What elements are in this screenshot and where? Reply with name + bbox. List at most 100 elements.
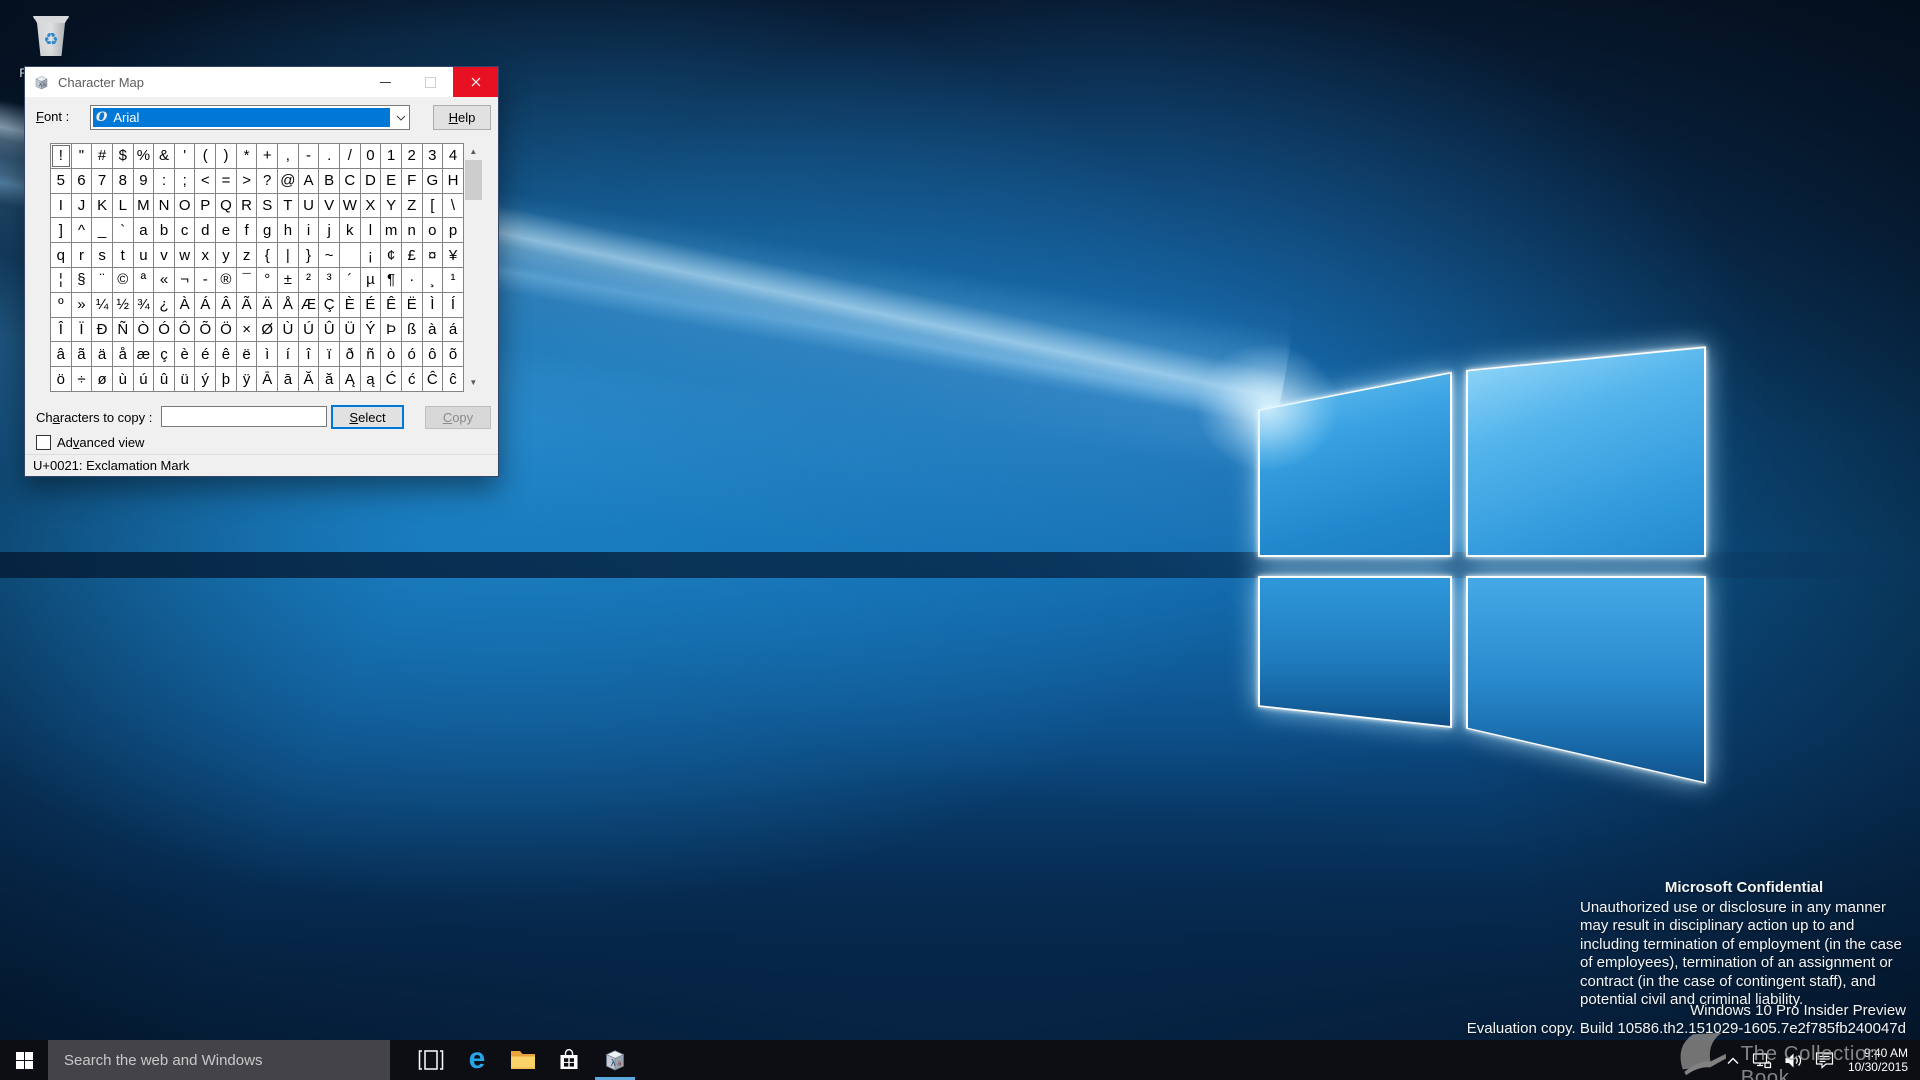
char-cell[interactable]: . (318, 143, 340, 169)
char-cell[interactable]: e (215, 217, 237, 243)
char-cell[interactable]: > (236, 168, 258, 194)
char-cell[interactable]: è (174, 341, 196, 367)
help-button[interactable]: Help (433, 105, 491, 130)
char-cell[interactable]: D (360, 168, 382, 194)
char-cell[interactable]: é (194, 341, 216, 367)
char-cell[interactable]: õ (442, 341, 464, 367)
char-cell[interactable]: Ô (174, 317, 196, 343)
char-cell[interactable]: 2 (401, 143, 423, 169)
char-cell[interactable]: l (360, 217, 382, 243)
char-cell[interactable]: B (318, 168, 340, 194)
char-cell[interactable]: c (174, 217, 196, 243)
char-cell[interactable]: Ą (339, 366, 361, 392)
advanced-view-checkbox[interactable] (36, 435, 51, 450)
char-cell[interactable]: S (256, 193, 278, 219)
char-cell[interactable]: 5 (50, 168, 72, 194)
char-cell[interactable]: ´ (339, 267, 361, 293)
char-cell[interactable]: Î (50, 317, 72, 343)
char-cell[interactable]: ò (380, 341, 402, 367)
char-cell[interactable]: % (133, 143, 155, 169)
char-cell[interactable]: Þ (380, 317, 402, 343)
char-cell[interactable]: 8 (112, 168, 134, 194)
char-cell[interactable]: $ (112, 143, 134, 169)
char-cell[interactable]: ð (339, 341, 361, 367)
char-cell[interactable]: j (318, 217, 340, 243)
char-cell[interactable]: ® (215, 267, 237, 293)
char-cell[interactable]: p (442, 217, 464, 243)
char-cell[interactable]: a (133, 217, 155, 243)
char-cell[interactable]: ¡ (360, 242, 382, 268)
char-cell[interactable]: ć (401, 366, 423, 392)
char-cell[interactable]: - (194, 267, 216, 293)
char-cell[interactable]: * (236, 143, 258, 169)
char-cell[interactable]: ] (50, 217, 72, 243)
char-cell[interactable]: È (339, 292, 361, 318)
edge-button[interactable]: e (454, 1040, 500, 1080)
char-cell[interactable]: ë (236, 341, 258, 367)
char-cell[interactable]: X (360, 193, 382, 219)
char-cell[interactable]: ï (318, 341, 340, 367)
char-cell[interactable]: Å (277, 292, 299, 318)
char-cell[interactable]: 3 (422, 143, 444, 169)
char-cell[interactable]: T (277, 193, 299, 219)
char-cell[interactable]: } (298, 242, 320, 268)
char-cell[interactable]: ã (71, 341, 93, 367)
char-cell[interactable]: & (153, 143, 175, 169)
char-cell[interactable]: 6 (71, 168, 93, 194)
char-cell[interactable]: í (277, 341, 299, 367)
select-button[interactable]: Select (331, 405, 404, 429)
char-cell[interactable]: « (153, 267, 175, 293)
char-cell[interactable]: ² (298, 267, 320, 293)
char-cell[interactable]: Á (194, 292, 216, 318)
char-cell[interactable]: # (91, 143, 113, 169)
char-cell[interactable]: Ă (298, 366, 320, 392)
char-cell[interactable]: { (256, 242, 278, 268)
char-cell[interactable]: © (112, 267, 134, 293)
char-cell[interactable]: i (298, 217, 320, 243)
char-cell[interactable]: ¢ (380, 242, 402, 268)
char-cell[interactable]: d (194, 217, 216, 243)
char-cell[interactable]: r (71, 242, 93, 268)
char-cell[interactable]: C (339, 168, 361, 194)
char-cell[interactable]: Ý (360, 317, 382, 343)
char-cell[interactable]: x (194, 242, 216, 268)
char-cell[interactable]: Õ (194, 317, 216, 343)
char-cell[interactable]: g (256, 217, 278, 243)
char-cell[interactable]: M (133, 193, 155, 219)
char-cell[interactable]: O (174, 193, 196, 219)
char-cell[interactable]: ± (277, 267, 299, 293)
minimize-button[interactable] (363, 67, 408, 97)
char-cell[interactable]: Ĉ (422, 366, 444, 392)
char-cell[interactable]: = (215, 168, 237, 194)
char-cell[interactable]: ^ (71, 217, 93, 243)
char-cell[interactable]: h (277, 217, 299, 243)
char-cell[interactable]: Ø (256, 317, 278, 343)
char-cell[interactable]: ô (422, 341, 444, 367)
char-cell[interactable]: ¥ (442, 242, 464, 268)
char-cell[interactable]: J (71, 193, 93, 219)
char-cell[interactable]: | (277, 242, 299, 268)
scroll-down-icon[interactable]: ▼ (465, 374, 482, 391)
taskbar-search[interactable] (48, 1040, 390, 1080)
char-cell[interactable]: ä (91, 341, 113, 367)
char-cell[interactable]: y (215, 242, 237, 268)
char-cell[interactable]: ą (360, 366, 382, 392)
char-cell[interactable]: ) (215, 143, 237, 169)
char-cell[interactable]: ` (112, 217, 134, 243)
char-cell[interactable]: Ö (215, 317, 237, 343)
char-cell[interactable]: s (91, 242, 113, 268)
tray-volume-icon[interactable] (1784, 1052, 1803, 1069)
char-cell[interactable]: £ (401, 242, 423, 268)
scrollbar-track[interactable] (465, 200, 482, 374)
char-cell[interactable]: Ā (256, 366, 278, 392)
char-cell[interactable]: m (380, 217, 402, 243)
char-cell[interactable]: Ê (380, 292, 402, 318)
char-cell[interactable]: ø (91, 366, 113, 392)
char-cell[interactable]: / (339, 143, 361, 169)
char-cell[interactable]: E (380, 168, 402, 194)
char-cell[interactable]: ý (194, 366, 216, 392)
char-cell[interactable]: Ú (298, 317, 320, 343)
char-cell[interactable]: ¼ (91, 292, 113, 318)
char-cell[interactable]: ù (112, 366, 134, 392)
taskbar-clock[interactable]: 9:40 AM 10/30/2015 (1848, 1046, 1908, 1074)
